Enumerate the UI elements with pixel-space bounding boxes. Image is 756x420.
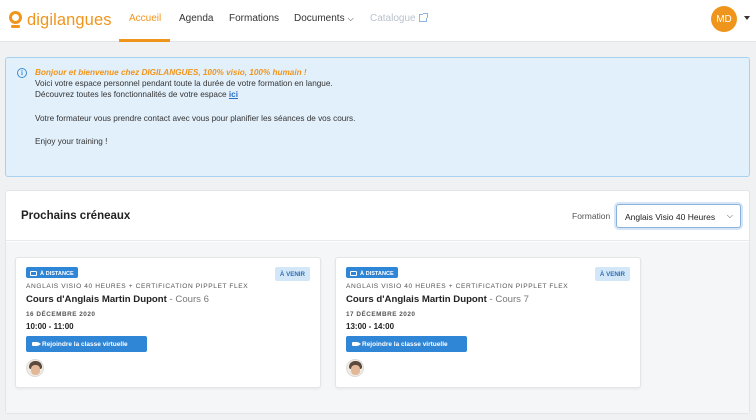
- trainer-avatar[interactable]: [26, 359, 44, 377]
- brand-logo[interactable]: digilangues: [9, 10, 112, 30]
- session-number: - Cours 6: [169, 294, 209, 305]
- session-date: 16 DÉCEMBRE 2020: [26, 311, 96, 318]
- video-camera-icon: [352, 342, 361, 346]
- banner-line-2: Découvrez toutes les fonctionnalités de …: [35, 90, 238, 99]
- chevron-down-icon: ⌵: [726, 211, 733, 220]
- formation-select[interactable]: Anglais Visio 40 Heures ⌵: [616, 204, 741, 228]
- banner-line-2-text: Découvrez toutes les fonctionnalités de …: [35, 90, 229, 99]
- course-name: Cours d'Anglais Martin Dupont: [346, 294, 487, 305]
- formation-label: Formation: [572, 211, 611, 221]
- video-camera-icon: [32, 342, 41, 346]
- join-button-label: Rejoindre la classe virtuelle: [42, 340, 128, 348]
- program-name: ANGLAIS VISIO 40 HEURES + CERTIFICATION …: [26, 283, 249, 290]
- top-navigation: digilangues Accueil Agenda Formations Do…: [0, 0, 756, 42]
- banner-line-4: Enjoy your training !: [35, 137, 108, 146]
- status-badge: À VENIR: [594, 267, 630, 281]
- trainer-avatar[interactable]: [346, 359, 364, 377]
- user-avatar[interactable]: MD: [711, 6, 737, 32]
- screen-icon: [30, 271, 37, 276]
- session-date: 17 DÉCEMBRE 2020: [346, 311, 416, 318]
- course-title: Cours d'Anglais Martin Dupont - Cours 7: [346, 294, 529, 305]
- nav-formations[interactable]: Formations: [229, 13, 279, 24]
- banner-title: Bonjour et bienvenue chez DIGILANGUES, 1…: [35, 68, 307, 77]
- location-pin-icon: [9, 11, 23, 29]
- panel-header: Prochains créneaux Formation Anglais Vis…: [6, 191, 749, 241]
- welcome-banner: i Bonjour et bienvenue chez DIGILANGUES,…: [5, 57, 750, 177]
- course-name: Cours d'Anglais Martin Dupont: [26, 294, 167, 305]
- brand-name: digilangues: [27, 10, 112, 29]
- nav-accueil[interactable]: Accueil: [129, 13, 161, 24]
- banner-line-1: Voici votre espace personnel pendant tou…: [35, 79, 333, 88]
- program-name: ANGLAIS VISIO 40 HEURES + CERTIFICATION …: [346, 283, 569, 290]
- status-badge: À VENIR: [274, 267, 310, 281]
- join-virtual-class-button[interactable]: Rejoindre la classe virtuelle: [346, 336, 467, 352]
- remote-badge-label: À DISTANCE: [360, 270, 394, 277]
- session-card[interactable]: À DISTANCE À VENIR ANGLAIS VISIO 40 HEUR…: [335, 257, 641, 388]
- formation-selected-value: Anglais Visio 40 Heures: [625, 212, 716, 222]
- screen-icon: [350, 271, 357, 276]
- user-menu-caret-icon[interactable]: [744, 16, 750, 20]
- session-card[interactable]: À DISTANCE À VENIR ANGLAIS VISIO 40 HEUR…: [15, 257, 321, 388]
- remote-badge: À DISTANCE: [26, 267, 78, 278]
- session-number: - Cours 7: [489, 294, 529, 305]
- join-virtual-class-button[interactable]: Rejoindre la classe virtuelle: [26, 336, 147, 352]
- chevron-down-icon: ⌵: [347, 14, 354, 23]
- upcoming-slots-panel: Prochains créneaux Formation Anglais Vis…: [5, 190, 750, 414]
- active-tab-indicator: [119, 39, 170, 42]
- panel-title: Prochains créneaux: [21, 210, 131, 222]
- nav-catalogue-label: Catalogue: [370, 13, 416, 24]
- course-title: Cours d'Anglais Martin Dupont - Cours 6: [26, 294, 209, 305]
- join-button-label: Rejoindre la classe virtuelle: [362, 340, 448, 348]
- nav-agenda[interactable]: Agenda: [179, 13, 213, 24]
- session-time: 13:00 - 14:00: [346, 322, 395, 331]
- remote-badge: À DISTANCE: [346, 267, 398, 278]
- banner-line-3: Votre formateur vous prendre contact ave…: [35, 114, 356, 123]
- nav-documents-label: Documents: [294, 13, 345, 24]
- nav-documents[interactable]: Documents ⌵: [294, 13, 354, 24]
- info-icon: i: [17, 68, 27, 78]
- remote-badge-label: À DISTANCE: [40, 270, 74, 277]
- external-link-icon: [418, 13, 428, 22]
- nav-catalogue: Catalogue: [370, 13, 428, 24]
- session-time: 10:00 - 11:00: [26, 322, 74, 331]
- banner-link-ici[interactable]: ici: [229, 90, 238, 99]
